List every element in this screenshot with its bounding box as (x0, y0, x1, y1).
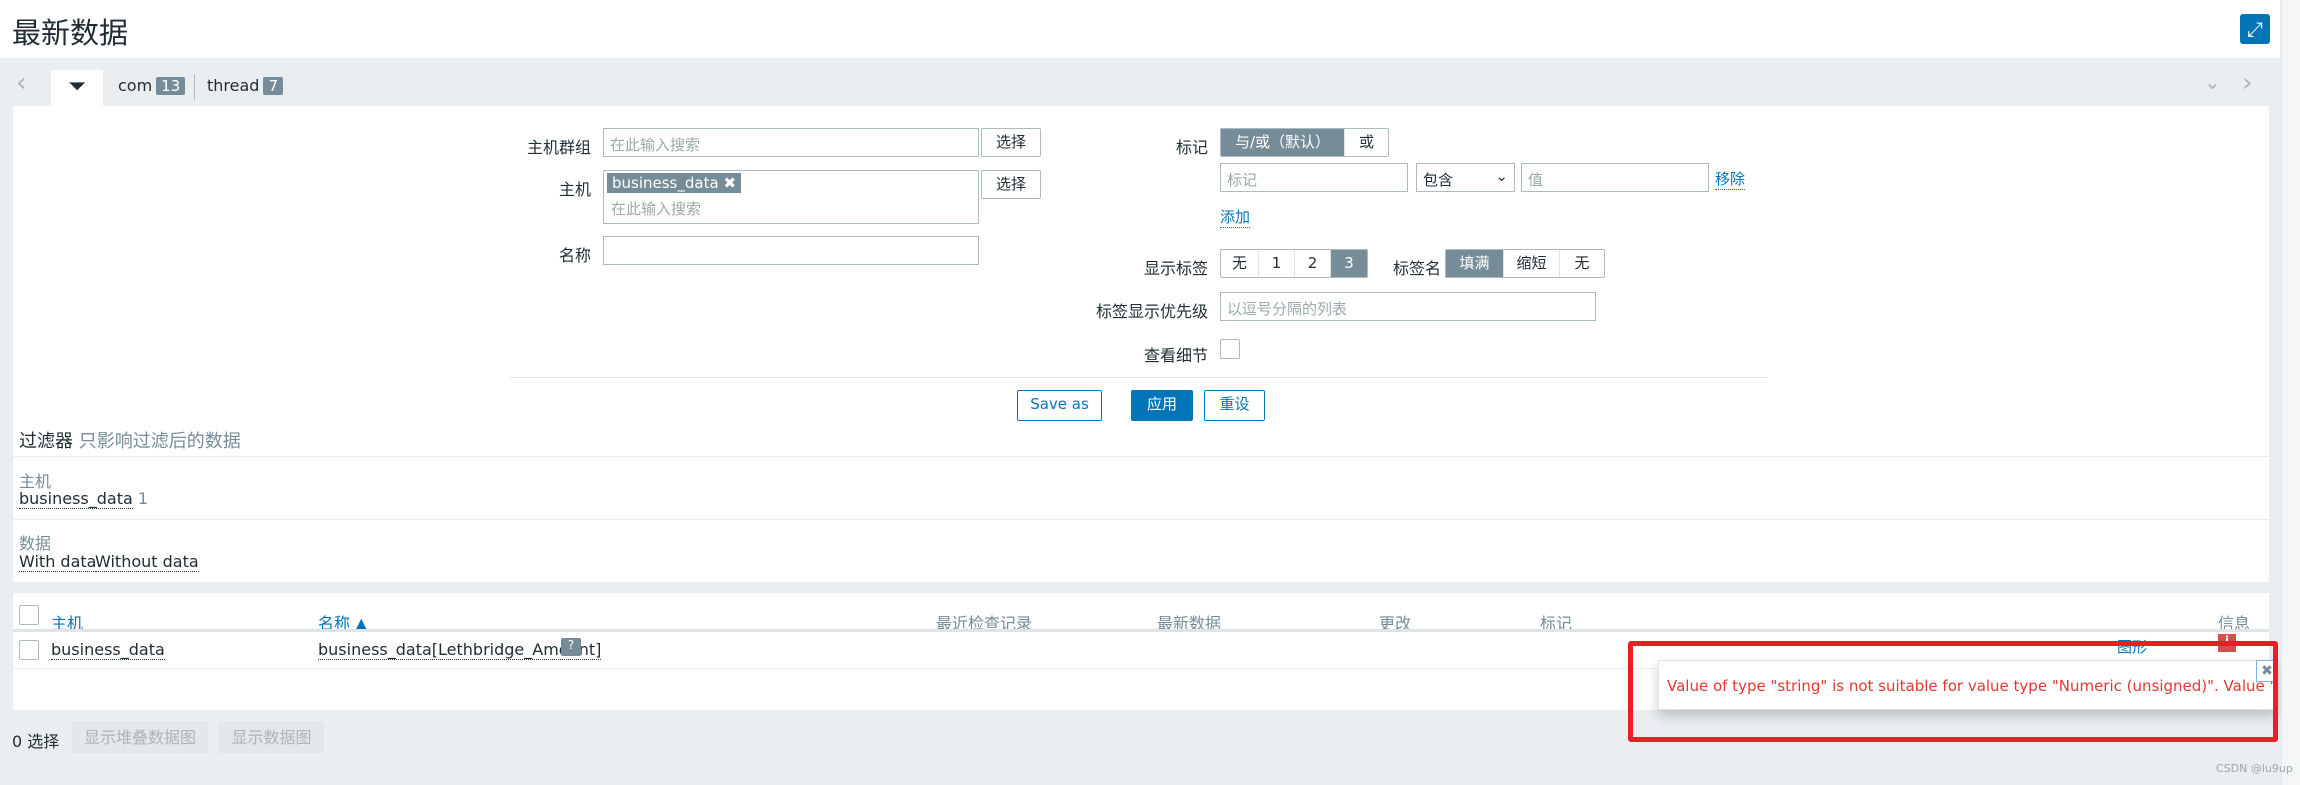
help-icon[interactable]: ? (561, 638, 581, 656)
select-all-checkbox[interactable] (19, 605, 39, 625)
chevron-down-icon: ⌄ (1495, 167, 1508, 185)
host-group-input[interactable]: 在此输入搜索 (603, 128, 979, 157)
filter-panel: 主机群组 在此输入搜索 选择 主机 business_data ✖ 在此输入搜索… (13, 106, 2269, 582)
show-tags-label: 显示标签 (1143, 259, 1208, 278)
subfilter-data-label: 数据 (19, 534, 52, 553)
subfilter-title-text: 过滤器 (19, 431, 73, 452)
show-stacked-graph-button[interactable]: 显示堆叠数据图 (72, 722, 208, 753)
tag-remove-link[interactable]: 移除 (1715, 168, 1746, 190)
host-group-placeholder: 在此输入搜索 (610, 136, 701, 154)
tag-value-input[interactable]: 值 (1521, 163, 1709, 192)
divider (13, 519, 2269, 520)
filter-icon: ⏷ (68, 74, 86, 99)
reset-button[interactable]: 重设 (1204, 390, 1265, 421)
host-chip-label: business_data (612, 174, 719, 192)
tab-next-arrow-icon[interactable]: › (2242, 68, 2252, 98)
fullscreen-icon: ⤢ (2247, 17, 2263, 41)
watermark: CSDN @lu9up (2216, 762, 2293, 775)
tag-name-placeholder: 标记 (1227, 171, 1258, 189)
show-details-label: 查看细节 (1143, 346, 1208, 365)
tag-operator-select[interactable]: 包含 ⌄ (1416, 163, 1515, 192)
tag-name-toggle: 填满 缩短 无 (1445, 249, 1605, 278)
row-checkbox[interactable] (19, 640, 39, 660)
tab-label: com (118, 76, 153, 95)
save-as-button[interactable]: Save as (1017, 390, 1102, 421)
host-label: 主机 (558, 180, 591, 199)
tag-priority-input[interactable]: 以逗号分隔的列表 (1220, 292, 1596, 321)
show-tags-2[interactable]: 2 (1295, 250, 1331, 277)
tag-name-short[interactable]: 缩短 (1504, 250, 1560, 277)
host-chip: business_data ✖ (607, 173, 742, 193)
divider (510, 377, 1768, 378)
tab-filter[interactable]: ⏷ (51, 70, 103, 107)
show-graph-button[interactable]: 显示数据图 (219, 722, 324, 753)
tags-and-or-toggle: 与/或（默认） 或 (1220, 128, 1389, 157)
and-or-option[interactable]: 与/或（默认） (1221, 129, 1345, 156)
remove-chip-icon[interactable]: ✖ (723, 174, 736, 192)
without-data-link[interactable]: Without data (95, 552, 199, 572)
show-details-checkbox[interactable] (1220, 339, 1240, 359)
show-tags-none[interactable]: 无 (1221, 250, 1259, 277)
host-placeholder: 在此输入搜索 (611, 200, 702, 218)
tab-thread[interactable]: thread 7 (207, 76, 283, 95)
page-title: 最新数据 (12, 16, 129, 50)
tab-label: thread (207, 76, 260, 95)
tab-com[interactable]: com 13 (118, 76, 186, 95)
tab-count: 7 (263, 77, 283, 95)
host-input[interactable]: business_data ✖ 在此输入搜索 (603, 170, 979, 224)
subfilter-host-item[interactable]: business_data 1 (19, 489, 149, 509)
side-panel-strip (2281, 0, 2300, 785)
tag-operator-value: 包含 (1423, 171, 1454, 189)
tag-name-input[interactable]: 标记 (1220, 163, 1408, 192)
subfilter-subtitle: 只影响过滤后的数据 (78, 431, 241, 452)
show-tags-1[interactable]: 1 (1259, 250, 1295, 277)
tag-name-label: 标签名 (1393, 259, 1442, 278)
tab-prev-arrow-icon[interactable]: ‹ (16, 68, 26, 98)
subfilter-host-count: 1 (137, 489, 149, 508)
tag-value-placeholder: 值 (1528, 171, 1544, 189)
tags-label: 标记 (1175, 138, 1208, 157)
with-data-link[interactable]: With data (19, 552, 97, 572)
tag-add-link[interactable]: 添加 (1220, 206, 1251, 228)
apply-button[interactable]: 应用 (1131, 390, 1193, 421)
tag-priority-label: 标签显示优先级 (1095, 302, 1208, 321)
or-option[interactable]: 或 (1345, 129, 1388, 156)
tag-priority-placeholder: 以逗号分隔的列表 (1227, 300, 1348, 318)
tab-count: 13 (156, 77, 186, 95)
show-tags-3[interactable]: 3 (1331, 250, 1367, 277)
show-tags-toggle: 无 1 2 3 (1220, 249, 1368, 278)
name-input[interactable] (603, 236, 979, 265)
annotation-highlight-box (1628, 641, 2278, 742)
tag-name-none[interactable]: 无 (1560, 250, 1604, 277)
divider (13, 456, 2269, 457)
tab-divider (194, 74, 195, 100)
tag-name-full[interactable]: 填满 (1446, 250, 1504, 277)
row-item-name-link[interactable]: business_data[Lethbridge_Amount] (318, 640, 602, 660)
host-select-button[interactable]: 选择 (981, 170, 1041, 199)
name-label: 名称 (558, 246, 591, 265)
host-group-label: 主机群组 (526, 138, 591, 157)
chevron-down-icon[interactable]: ⌄ (2204, 70, 2221, 94)
page-header: 最新数据 ⤢ (0, 0, 2280, 59)
row-host-link[interactable]: business_data (51, 640, 165, 660)
subfilter-host-link[interactable]: business_data (19, 489, 133, 509)
subfilter-title: 过滤器 只影响过滤后的数据 (19, 427, 241, 453)
selected-count: 0 选择 (12, 732, 60, 751)
fullscreen-button[interactable]: ⤢ (2240, 14, 2270, 44)
